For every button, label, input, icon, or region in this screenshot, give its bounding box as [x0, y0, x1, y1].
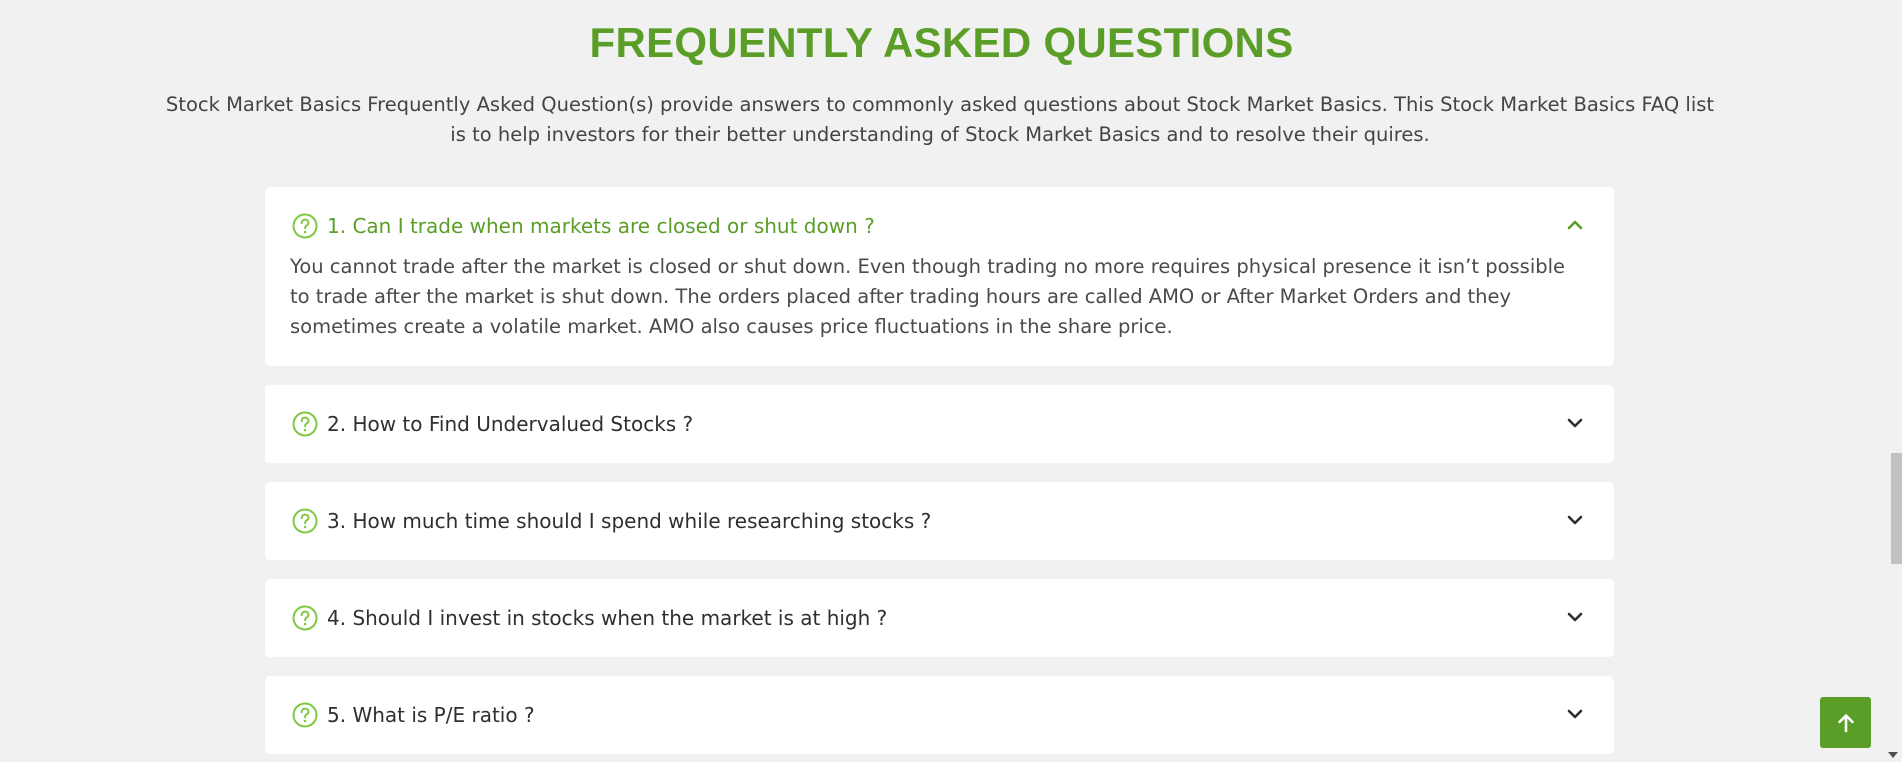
faq-item-4: 4. Should I invest in stocks when the ma… [265, 579, 1614, 657]
faq-question-toggle-4[interactable]: 4. Should I invest in stocks when the ma… [265, 579, 1614, 657]
faq-intro: Stock Market Basics Frequently Asked Que… [165, 93, 1715, 146]
faq-item-5: 5. What is P/E ratio ? [265, 676, 1614, 754]
faq-question-1[interactable]: 1. Can I trade when markets are closed o… [327, 211, 875, 241]
page: FREQUENTLY ASKED QUESTIONS Stock Market … [0, 0, 1883, 762]
faq-item-1: 1. Can I trade when markets are closed o… [265, 187, 1614, 366]
faq-title: FREQUENTLY ASKED QUESTIONS [589, 19, 1294, 66]
question-circle-icon [292, 702, 318, 728]
faq-question-toggle-2[interactable]: 2. How to Find Undervalued Stocks ? [265, 385, 1614, 463]
faq-question-3[interactable]: 3. How much time should I spend while re… [327, 506, 931, 536]
chevron-down-icon[interactable] [1567, 514, 1583, 526]
back-to-top-button[interactable] [1820, 697, 1871, 748]
faq-item-2: 2. How to Find Undervalued Stocks ? [265, 385, 1614, 463]
chevron-down-icon[interactable] [1567, 708, 1583, 720]
faq-item-3: 3. How much time should I spend while re… [265, 482, 1614, 560]
chevron-down-icon[interactable] [1567, 417, 1583, 429]
question-circle-icon [292, 213, 318, 239]
chevron-down-icon[interactable] [1567, 611, 1583, 623]
question-circle-icon [292, 508, 318, 534]
question-circle-icon [292, 605, 318, 631]
vertical-scrollbar[interactable] [1883, 0, 1902, 762]
faq-question-toggle-5[interactable]: 5. What is P/E ratio ? [265, 676, 1614, 754]
scrollbar-thumb[interactable] [1891, 453, 1902, 564]
arrow-up-icon [1837, 713, 1854, 732]
faq-question-toggle-3[interactable]: 3. How much time should I spend while re… [265, 482, 1614, 560]
faq-question-4[interactable]: 4. Should I invest in stocks when the ma… [327, 603, 887, 633]
question-circle-icon [292, 411, 318, 437]
faq-answer-1: You cannot trade after the market is clo… [290, 255, 1566, 338]
scroll-down-arrow-icon[interactable] [1888, 752, 1898, 758]
faq-question-5[interactable]: 5. What is P/E ratio ? [327, 700, 535, 730]
chevron-up-icon[interactable] [1567, 219, 1583, 231]
faq-question-2[interactable]: 2. How to Find Undervalued Stocks ? [327, 409, 693, 439]
